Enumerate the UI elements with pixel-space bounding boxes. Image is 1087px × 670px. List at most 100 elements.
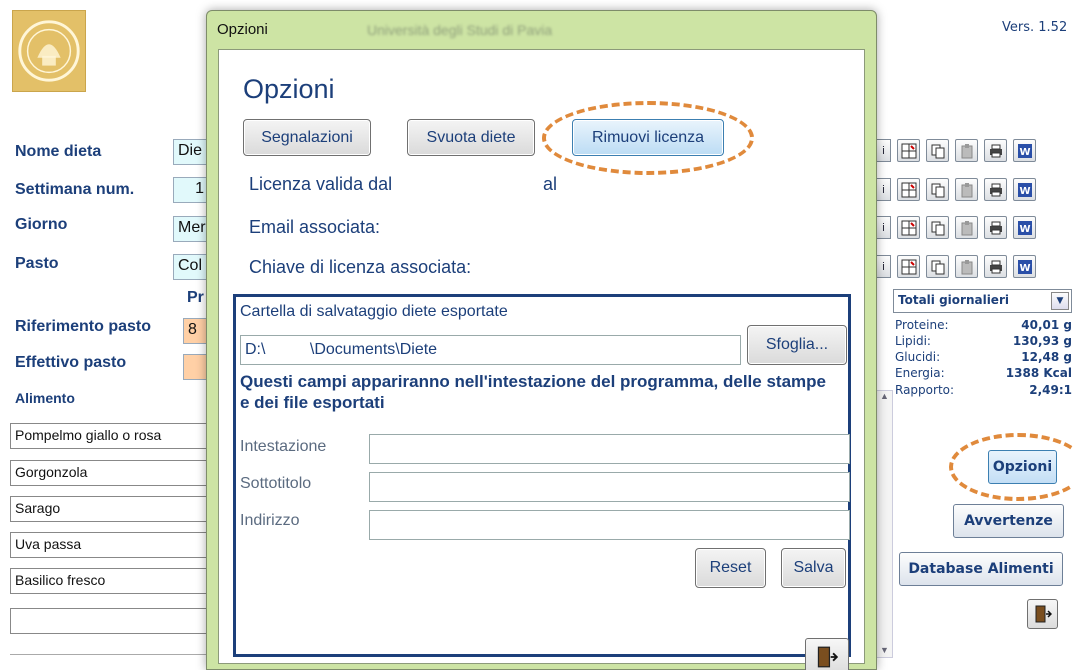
word-export-icon[interactable]: W (1013, 178, 1036, 201)
print-icon[interactable] (984, 216, 1007, 239)
totals-value: 130,93 g (1012, 334, 1072, 348)
print-icon[interactable] (984, 139, 1007, 162)
word-export-icon[interactable]: W (1013, 216, 1036, 239)
reset-button[interactable]: Reset (695, 548, 766, 588)
dialog-heading: Opzioni (243, 74, 335, 104)
copy-icon[interactable] (926, 139, 949, 162)
split-icon[interactable] (897, 216, 920, 239)
row-button-fragment[interactable]: i (877, 216, 891, 239)
food-item-1[interactable]: Pompelmo giallo o rosa (10, 423, 210, 449)
paste-icon[interactable] (955, 216, 978, 239)
application-window: Vers. 1.52 Nome dieta Die Settimana num.… (0, 0, 1087, 670)
totals-label: Rapporto: (895, 383, 955, 397)
paste-icon[interactable] (955, 139, 978, 162)
dialog-client-area: Opzioni Segnalazioni Svuota diete Rimuov… (218, 49, 865, 670)
header-title-input[interactable] (369, 434, 850, 464)
week-number-label: Settimana num. (15, 181, 135, 198)
meal-label: Pasto (15, 255, 59, 272)
close-dialog-door-icon[interactable] (805, 638, 849, 670)
scroll-up-icon[interactable]: ▲ (877, 391, 892, 401)
export-folder-field[interactable]: D:\ \Documents\Diete (240, 335, 741, 365)
totals-row-energy: Energia: 1388 Kcal (895, 366, 1072, 380)
split-icon[interactable] (897, 139, 920, 162)
split-icon[interactable] (897, 178, 920, 201)
license-valid-from-label: Licenza valida dal (249, 174, 393, 194)
options-dialog: Opzioni Università degli Studi di Pavia … (206, 10, 877, 670)
day-label: Giorno (15, 216, 68, 233)
svg-text:W: W (1019, 224, 1030, 235)
paste-icon[interactable] (955, 255, 978, 278)
chevron-down-icon[interactable]: ▼ (1051, 292, 1069, 310)
row-button-fragment[interactable]: i (877, 255, 891, 278)
address-label: Indirizzo (240, 512, 300, 529)
university-seal-logo (12, 10, 86, 92)
food-item-6[interactable] (10, 608, 210, 634)
browse-button[interactable]: Sfoglia... (747, 325, 847, 365)
copy-icon[interactable] (926, 255, 949, 278)
toolbar-row-1: i W (877, 139, 1036, 162)
totals-value: 1388 Kcal (1005, 366, 1072, 380)
totals-row-lipids: Lipidi: 130,93 g (895, 334, 1072, 348)
totals-selector-value: Totali giornalieri (898, 293, 1009, 307)
highlight-ring-options (949, 433, 1087, 501)
totals-label: Glucidi: (895, 350, 941, 364)
associated-license-key-label: Chiave di licenza associata: (249, 257, 472, 277)
svg-text:W: W (1019, 263, 1030, 274)
totals-label: Lipidi: (895, 334, 931, 348)
row-button-fragment[interactable]: i (877, 178, 891, 201)
subtitle-label: Sottotitolo (240, 475, 312, 492)
food-database-button[interactable]: Database Alimenti (899, 552, 1063, 586)
food-item-3[interactable]: Sarago (10, 496, 210, 522)
toolbar-row-3: i W (877, 216, 1036, 239)
header-fields-notice: Questi campi appariranno nell'intestazio… (240, 372, 826, 412)
export-settings-panel: Cartella di salvataggio diete esportate … (233, 294, 851, 657)
totals-label: Proteine: (895, 318, 949, 332)
toolbar-row-2: i W (877, 178, 1036, 201)
totals-value: 40,01 g (1021, 318, 1072, 332)
print-icon[interactable] (984, 178, 1007, 201)
paste-icon[interactable] (955, 178, 978, 201)
license-valid-to-label: al (543, 174, 558, 194)
row-button-fragment[interactable]: i (877, 139, 891, 162)
food-item-4[interactable]: Uva passa (10, 532, 210, 558)
diet-name-label: Nome dieta (15, 143, 102, 160)
pr-column-label: Pr (187, 289, 204, 306)
word-export-icon[interactable]: W (1013, 139, 1036, 162)
copy-icon[interactable] (926, 178, 949, 201)
save-button[interactable]: Salva (781, 548, 846, 588)
food-item-5[interactable]: Basilico fresco (10, 568, 210, 594)
scroll-down-icon[interactable]: ▼ (877, 645, 892, 655)
totals-label: Energia: (895, 366, 945, 380)
split-icon[interactable] (897, 255, 920, 278)
clear-diets-button[interactable]: Svuota diete (407, 119, 535, 156)
header-title-label: Intestazione (240, 438, 327, 455)
associated-email-label: Email associata: (249, 217, 381, 237)
list-scrollbar[interactable]: ▲ ▼ (876, 390, 893, 658)
export-folder-path: \Documents\Diete (309, 341, 438, 358)
export-folder-drive: D:\ (245, 341, 266, 358)
totals-selector[interactable]: Totali giornalieri ▼ (893, 289, 1072, 313)
blurred-background-text: Università degli Studi di Pavia (367, 22, 553, 38)
totals-row-carbs: Glucidi: 12,48 g (895, 350, 1072, 364)
reference-meal-label: Riferimento pasto (15, 318, 152, 335)
reports-button[interactable]: Segnalazioni (243, 119, 371, 156)
totals-row-ratio: Rapporto: 2,49:1 (895, 383, 1072, 397)
copy-icon[interactable] (926, 216, 949, 239)
food-item-2[interactable]: Gorgonzola (10, 460, 210, 486)
word-export-icon[interactable]: W (1013, 255, 1036, 278)
exit-door-icon[interactable] (1027, 599, 1058, 629)
meal-field[interactable]: Col (173, 254, 209, 280)
address-input[interactable] (369, 510, 850, 540)
day-field[interactable]: Mer (173, 216, 209, 242)
week-number-field[interactable]: 1 (173, 177, 209, 203)
dialog-window-title: Opzioni (217, 21, 268, 38)
subtitle-input[interactable] (369, 472, 850, 502)
highlight-ring-remove-license (542, 101, 754, 175)
diet-name-field[interactable]: Die (173, 139, 209, 165)
list-divider (10, 654, 210, 655)
print-icon[interactable] (984, 255, 1007, 278)
svg-text:W: W (1019, 147, 1030, 158)
export-folder-label: Cartella di salvataggio diete esportate (240, 303, 508, 320)
version-label: Vers. 1.52 (1002, 20, 1068, 35)
warnings-button[interactable]: Avvertenze (953, 504, 1064, 538)
